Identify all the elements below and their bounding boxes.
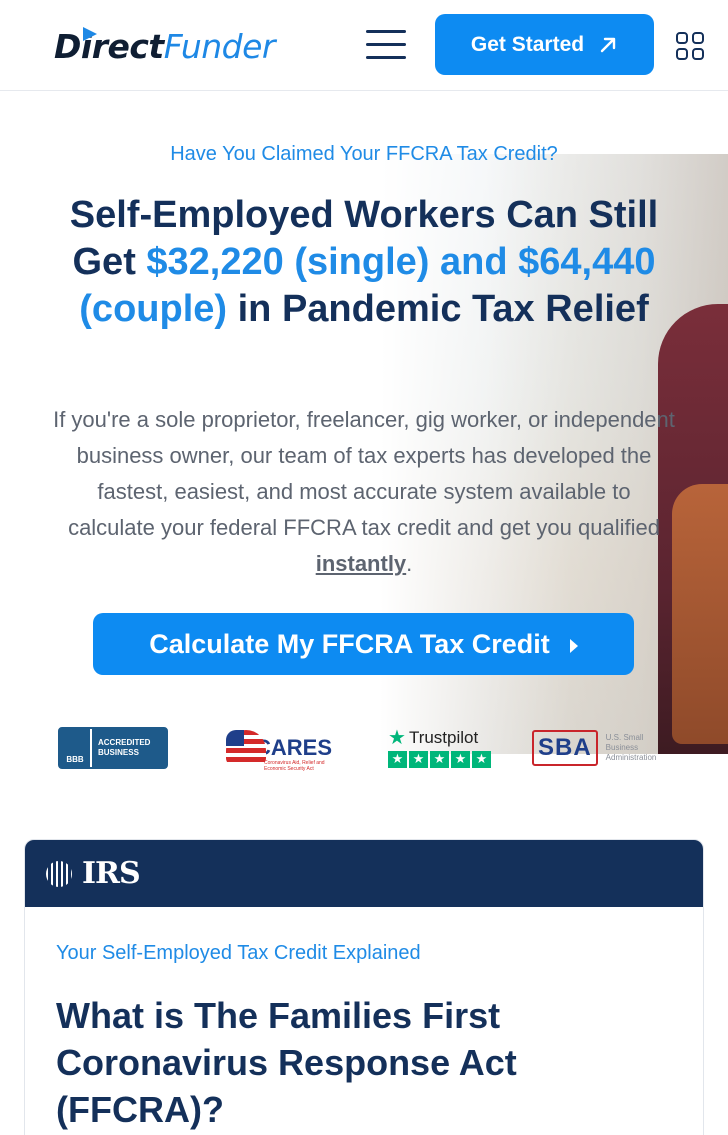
trustpilot-rating-stars: ★ ★ ★ ★ ★	[388, 751, 491, 768]
trustpilot-badge: ★ Trustpilot ★ ★ ★ ★ ★	[388, 724, 491, 772]
card-eyebrow: Your Self-Employed Tax Credit Explained	[56, 942, 421, 964]
hamburger-menu-icon[interactable]	[366, 30, 406, 60]
trustpilot-star: ★	[430, 751, 449, 768]
irs-eagle-icon	[44, 859, 76, 889]
person-arm	[672, 484, 728, 744]
bbb-text: ACCREDITED BUSINESS	[92, 729, 166, 767]
hero-description: If you're a sole proprietor, freelancer,…	[52, 402, 676, 582]
logo-funder-text: Funder	[163, 26, 276, 66]
irs-card-header: IRS	[25, 840, 703, 907]
calculate-tax-credit-button[interactable]: Calculate My FFCRA Tax Credit	[93, 613, 634, 675]
caret-right-icon	[569, 639, 578, 653]
bbb-accredited-badge: BBB ACCREDITED BUSINESS	[58, 727, 168, 769]
hero-eyebrow: Have You Claimed Your FFCRA Tax Credit?	[170, 143, 558, 165]
sba-subtitle: U.S. Small Business Administration	[606, 733, 672, 763]
cares-word: CARES	[254, 735, 332, 760]
get-started-label: Get Started	[470, 32, 585, 56]
grid-apps-icon[interactable]	[676, 32, 704, 60]
site-header: Direct Funder Get Started	[0, 0, 728, 91]
irs-logo-text: IRS	[82, 856, 141, 891]
sba-badge: SBA U.S. Small Business Administration	[532, 724, 672, 772]
headline-part-2: in Pandemic Tax Relief	[227, 288, 649, 330]
sba-subtitle-line-2: Administration	[605, 753, 657, 762]
ffcra-explainer-card: IRS Your Self-Employed Tax Credit Explai…	[24, 839, 704, 1135]
bbb-seal: BBB	[60, 729, 90, 767]
bbb-text-line-1: ACCREDITED	[98, 738, 151, 747]
lede-emphasis: instantly	[315, 551, 407, 576]
hero-headline: Self-Employed Workers Can Still Get $32,…	[40, 192, 688, 333]
directfunder-logo[interactable]: Direct Funder	[54, 24, 276, 68]
bbb-text-line-2: BUSINESS	[98, 748, 139, 757]
trustpilot-star: ★	[388, 751, 407, 768]
trustpilot-star: ★	[472, 751, 491, 768]
flag-heart-icon	[224, 728, 266, 768]
lede-part-2: .	[406, 551, 413, 576]
trustpilot-word: Trustpilot	[408, 728, 479, 747]
cares-act-badge: CARES Coronavirus Aid, Relief and Econom…	[224, 724, 332, 772]
trustpilot-star: ★	[409, 751, 428, 768]
trustpilot-star-icon: ★	[388, 727, 406, 749]
trustpilot-star: ★	[451, 751, 470, 768]
sba-mark: SBA	[532, 730, 598, 766]
card-title: What is The Families First Coronavirus R…	[56, 995, 517, 1130]
cta-label: Calculate My FFCRA Tax Credit	[149, 628, 550, 659]
arrow-up-right-icon	[600, 37, 616, 52]
cares-subtitle: Coronavirus Aid, Relief and Economic Sec…	[264, 760, 325, 772]
sba-subtitle-line-1: U.S. Small Business	[605, 733, 644, 752]
get-started-button[interactable]: Get Started	[435, 14, 654, 75]
lede-part-1: If you're a sole proprietor, freelancer,…	[53, 407, 675, 540]
logo-direct-text: Direct	[54, 26, 164, 66]
logo-arrow-mark	[83, 27, 97, 41]
